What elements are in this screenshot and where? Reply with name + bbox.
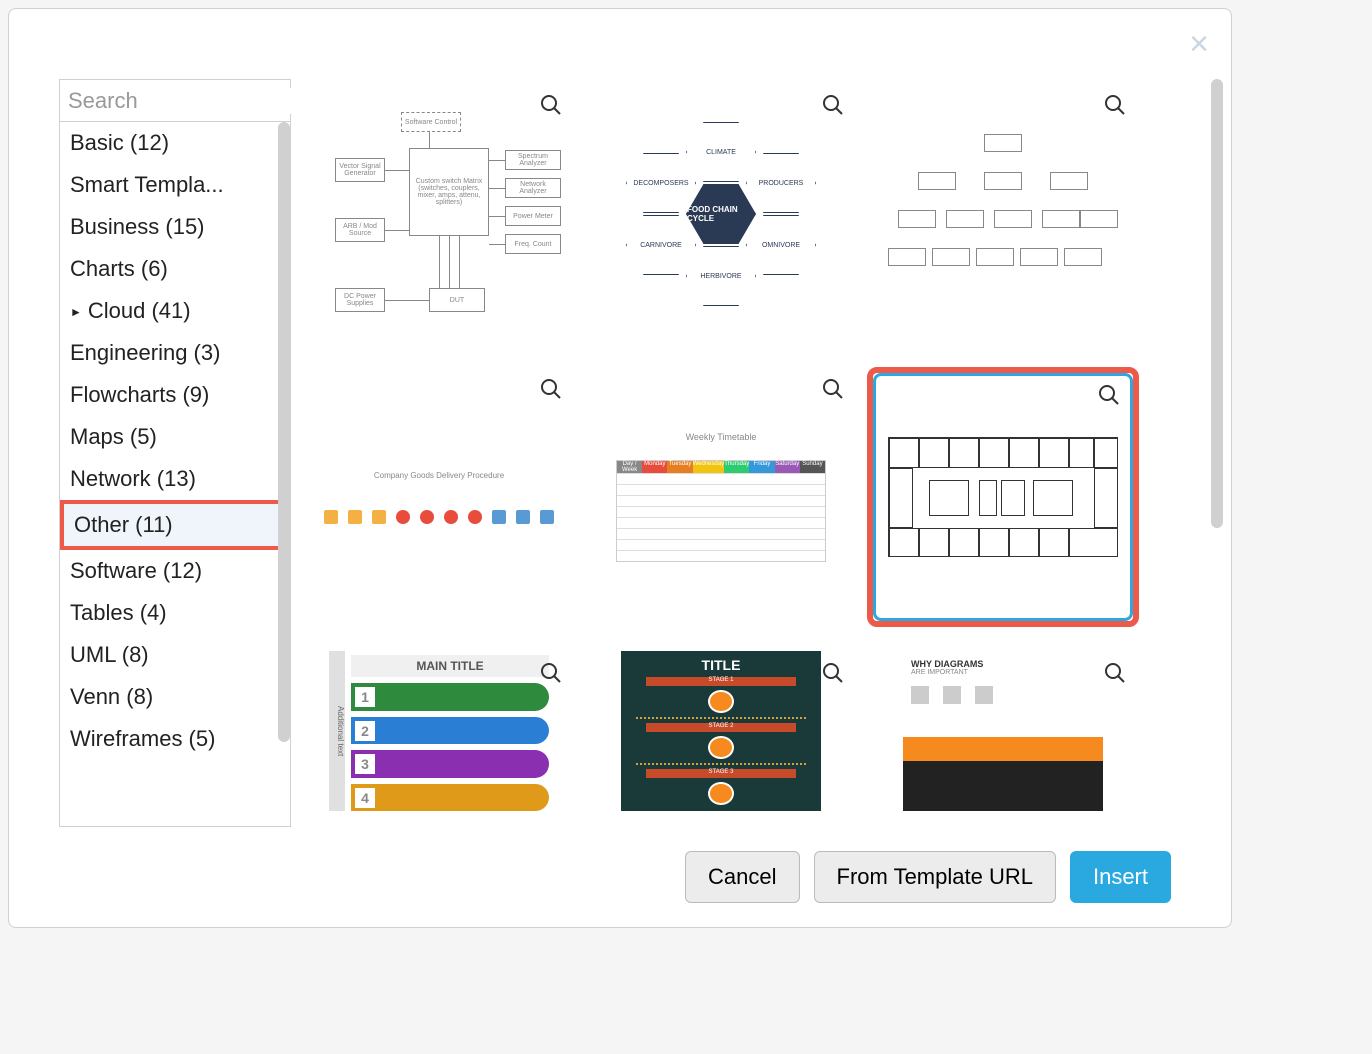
category-flowcharts[interactable]: Flowcharts (9) <box>60 374 290 416</box>
template-weekly-timetable[interactable]: Weekly Timetable Day / Week Monday Tuesd… <box>585 367 857 627</box>
category-software[interactable]: Software (12) <box>60 550 290 592</box>
category-list: Basic (12) Smart Templa... Business (15)… <box>60 122 290 826</box>
template-delivery-flow[interactable]: Company Goods Delivery Procedure <box>303 367 575 627</box>
category-network[interactable]: Network (13) <box>60 458 290 500</box>
category-scrollbar[interactable] <box>278 122 290 742</box>
from-template-url-button[interactable]: From Template URL <box>814 851 1056 903</box>
category-uml[interactable]: UML (8) <box>60 634 290 676</box>
cancel-button[interactable]: Cancel <box>685 851 799 903</box>
zoom-icon[interactable] <box>1103 661 1127 685</box>
insert-button[interactable]: Insert <box>1070 851 1171 903</box>
template-floor-plan[interactable] <box>867 367 1139 627</box>
dialog-footer: Cancel From Template URL Insert <box>9 837 1231 927</box>
search-row <box>60 80 290 122</box>
category-wireframes[interactable]: Wireframes (5) <box>60 718 290 760</box>
category-smart-templates[interactable]: Smart Templa... <box>60 164 290 206</box>
template-block-diagram[interactable]: Software Control Custom switch Matrix (s… <box>303 83 575 343</box>
template-infographic-stages[interactable]: TITLE STAGE 1 STAGE 2 STAGE 3 <box>585 651 857 811</box>
gallery-wrap: Software Control Custom switch Matrix (s… <box>299 79 1223 827</box>
category-other[interactable]: Other (11) <box>60 500 290 550</box>
zoom-icon[interactable] <box>539 377 563 401</box>
template-infographic-why[interactable]: WHY DIAGRAMS ARE IMPORTANT <box>867 651 1139 811</box>
category-cloud[interactable]: Cloud (41) <box>60 290 290 332</box>
zoom-icon[interactable] <box>539 661 563 685</box>
category-charts[interactable]: Charts (6) <box>60 248 290 290</box>
template-org-tree[interactable] <box>867 83 1139 343</box>
zoom-icon[interactable] <box>821 377 845 401</box>
zoom-icon[interactable] <box>821 661 845 685</box>
category-tables[interactable]: Tables (4) <box>60 592 290 634</box>
template-gallery: Software Control Custom switch Matrix (s… <box>299 79 1223 827</box>
zoom-icon[interactable] <box>1097 383 1121 407</box>
zoom-icon[interactable] <box>1103 93 1127 117</box>
category-basic[interactable]: Basic (12) <box>60 122 290 164</box>
dialog-content: Basic (12) Smart Templa... Business (15)… <box>9 9 1231 837</box>
gallery-scrollbar[interactable] <box>1211 79 1223 528</box>
template-hexagon-cycle[interactable]: FOOD CHAIN CYCLE CLIMATE DECOMPOSERS PRO… <box>585 83 857 343</box>
template-infographic-bars[interactable]: Additional text MAIN TITLE 1 2 3 4 <box>303 651 575 811</box>
category-venn[interactable]: Venn (8) <box>60 676 290 718</box>
category-engineering[interactable]: Engineering (3) <box>60 332 290 374</box>
close-icon[interactable]: × <box>1189 27 1209 61</box>
category-business[interactable]: Business (15) <box>60 206 290 248</box>
category-sidebar: Basic (12) Smart Templa... Business (15)… <box>59 79 291 827</box>
category-maps[interactable]: Maps (5) <box>60 416 290 458</box>
template-picker-dialog: × Basic (12) Smart Templa... Business (1… <box>8 8 1232 928</box>
